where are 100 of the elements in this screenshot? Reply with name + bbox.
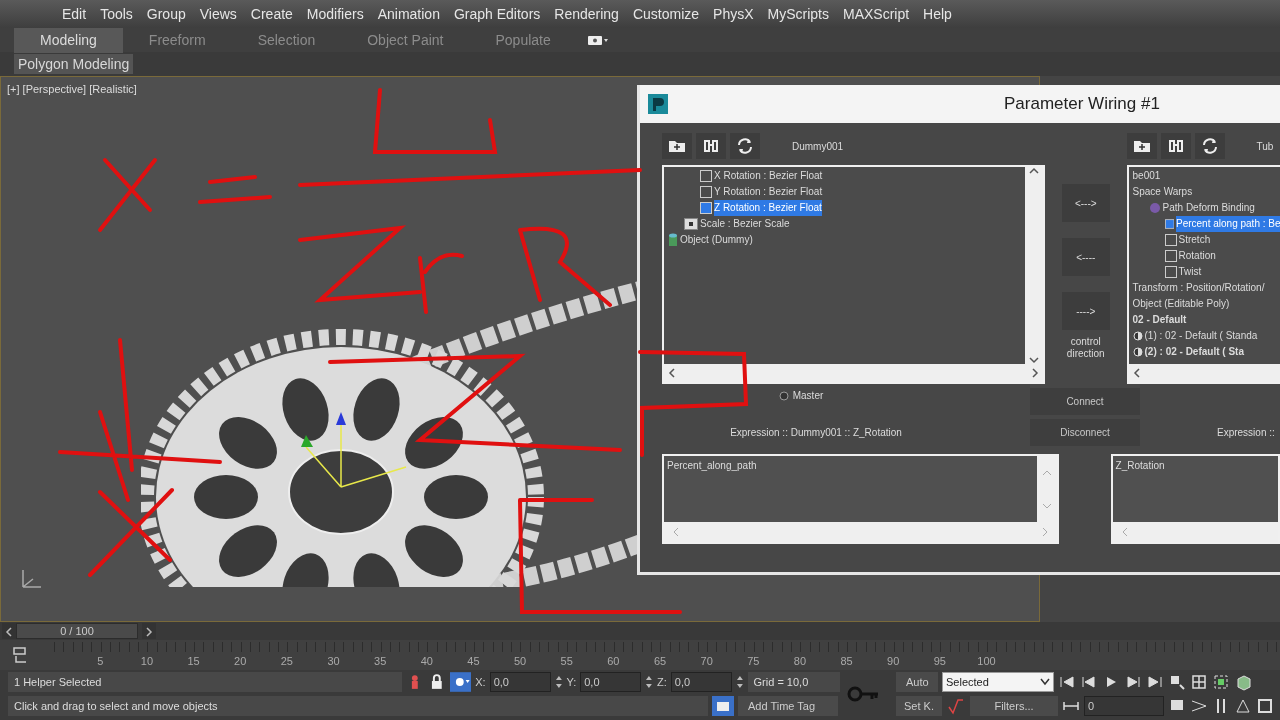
tree-item[interactable]: Object (Dummy): [664, 232, 1025, 248]
square-icon: [1164, 266, 1177, 278]
chevron-left-icon[interactable]: [668, 368, 676, 378]
grid-icon[interactable]: [1190, 673, 1208, 691]
binoculars-button[interactable]: [1160, 133, 1191, 159]
mini-curve-editor-icon[interactable]: [12, 646, 28, 664]
action-button[interactable]: Connect: [1030, 388, 1140, 415]
chevron-left-icon: [5, 627, 13, 638]
timeline-tick-label: 85: [839, 654, 854, 669]
menu-item[interactable]: Graph Editors: [446, 0, 548, 29]
tree-item[interactable]: Path Deform Binding: [1128, 200, 1280, 216]
folder-button[interactable]: [1126, 133, 1157, 159]
tree-item[interactable]: Twist: [1128, 264, 1280, 280]
binoculars-button[interactable]: [696, 133, 726, 159]
menu-item[interactable]: PhysX: [706, 0, 761, 29]
tree-item[interactable]: Stretch: [1128, 232, 1280, 248]
menu-item[interactable]: Rendering: [547, 0, 626, 29]
timeline-tick-label: 10: [139, 654, 155, 669]
app-logo-icon: [648, 94, 668, 114]
skip-start-icon[interactable]: [1058, 673, 1076, 691]
timeline-tick-label: 80: [792, 654, 808, 669]
frame-icon[interactable]: [1212, 673, 1230, 691]
time-tag-button[interactable]: Add Time Tag: [738, 696, 838, 716]
frame-field[interactable]: 0: [1084, 696, 1164, 716]
object-name: Tub: [1256, 139, 1274, 154]
menu-item[interactable]: Help: [916, 0, 959, 29]
time-slider-thumb[interactable]: 0 / 100: [16, 623, 138, 639]
refresh-button[interactable]: [1194, 133, 1225, 159]
auto-key-button[interactable]: Auto: [896, 672, 938, 692]
menu-item[interactable]: Group: [139, 0, 193, 29]
tree-item[interactable]: Y Rotation : Bezier Float: [664, 184, 1025, 200]
menu-item[interactable]: Modifiers: [299, 0, 371, 29]
prompt-text: Click and drag to select and move objects: [8, 696, 708, 716]
menu-item[interactable]: Edit: [55, 0, 94, 29]
menu-item[interactable]: Customize: [625, 0, 707, 29]
viewport-label[interactable]: [+] [Perspective] [Realistic]: [7, 81, 137, 98]
menu-item[interactable]: Tools: [93, 0, 140, 29]
zoom-extents-icon[interactable]: [1168, 673, 1186, 691]
tree-item[interactable]: (1) : 02 - Default ( Standa: [1128, 328, 1280, 344]
direction-button[interactable]: ---->: [1061, 292, 1110, 330]
tree-item[interactable]: Scale : Bezier Scale: [664, 216, 1025, 232]
tree-item[interactable]: 02 - Default: [1128, 312, 1280, 328]
camera-icon[interactable]: [586, 34, 609, 46]
chevron-down-icon[interactable]: [1029, 356, 1039, 364]
tree-item[interactable]: be001: [1128, 168, 1280, 184]
coordinate-field[interactable]: 0,0: [580, 672, 642, 692]
action-button[interactable]: Disconnect: [1030, 419, 1140, 446]
tree-item[interactable]: (2) : 02 - Default ( Sta: [1128, 344, 1280, 360]
menu-item[interactable]: Views: [192, 0, 244, 29]
previous-key-icon[interactable]: [1080, 673, 1098, 691]
horizontal-scrollbar[interactable]: [664, 364, 1043, 382]
direction-button[interactable]: <----: [1061, 238, 1110, 276]
filters-button[interactable]: Filters...: [970, 696, 1058, 716]
coordinate-field[interactable]: 0,0: [670, 672, 732, 692]
tree-item[interactable]: Rotation: [1128, 248, 1280, 264]
transform-gizmo-icon[interactable]: [301, 412, 407, 488]
set-key-button[interactable]: Set K.: [896, 696, 942, 716]
chevron-left-icon[interactable]: [1132, 368, 1141, 378]
skip-end-icon[interactable]: [1146, 673, 1164, 691]
tree-item[interactable]: Z Rotation : Bezier Float: [664, 200, 1025, 216]
menu-item[interactable]: MyScripts: [760, 0, 836, 29]
sphere-icon: [1148, 202, 1161, 214]
chevron-up-icon[interactable]: [1029, 167, 1039, 175]
expression-field[interactable]: Z_Rotation: [1110, 454, 1280, 544]
timeline-tick-label: 35: [373, 654, 388, 669]
tree-item[interactable]: X Rotation : Bezier Float: [664, 168, 1025, 184]
menu-item[interactable]: Create: [243, 0, 300, 29]
maximize-icon[interactable]: [1256, 697, 1274, 715]
tree-item[interactable]: Space Warps: [1128, 184, 1280, 200]
expression-label: Expression ::: [1217, 426, 1275, 440]
key-filter-dropdown[interactable]: Selected: [942, 672, 1054, 692]
timeline-tick-label: 30: [326, 654, 341, 669]
timeline-tick-label: 70: [699, 654, 714, 669]
direction-button[interactable]: <--->: [1061, 184, 1110, 222]
refresh-icon: [735, 136, 755, 156]
next-frame-button[interactable]: [142, 623, 156, 639]
next-key-icon[interactable]: [1124, 673, 1142, 691]
chevron-right-icon[interactable]: [1031, 368, 1039, 378]
tree-item[interactable]: Transform : Position/Rotation/: [1128, 280, 1280, 296]
cylinder-icon: [668, 233, 678, 247]
folder-button[interactable]: [662, 133, 692, 159]
curve-icon[interactable]: [946, 697, 966, 715]
ribbon-tab[interactable]: Modeling: [14, 27, 123, 53]
menu-item[interactable]: MAXScript: [835, 0, 917, 29]
tree-item[interactable]: Object (Editable Poly): [1128, 296, 1280, 312]
master-radio[interactable]: Master: [778, 388, 824, 403]
coordinate-field[interactable]: 0,0: [489, 672, 551, 692]
refresh-button[interactable]: [730, 133, 760, 159]
timeline-tick-label: 75: [746, 654, 761, 669]
square-icon: [1164, 250, 1177, 262]
time-tag-icon[interactable]: [712, 696, 734, 716]
cube-icon[interactable]: [1234, 673, 1252, 691]
horizontal-scrollbar[interactable]: [1128, 364, 1280, 382]
move-gizmo-icon[interactable]: [449, 672, 472, 692]
radio-icon: [778, 390, 789, 401]
ribbon-panel-tab[interactable]: Polygon Modeling: [14, 54, 134, 74]
menu-item[interactable]: Animation: [370, 0, 447, 29]
vertical-scrollbar[interactable]: [1025, 167, 1043, 364]
square-icon: [1164, 234, 1177, 246]
previous-frame-button[interactable]: [2, 623, 16, 639]
